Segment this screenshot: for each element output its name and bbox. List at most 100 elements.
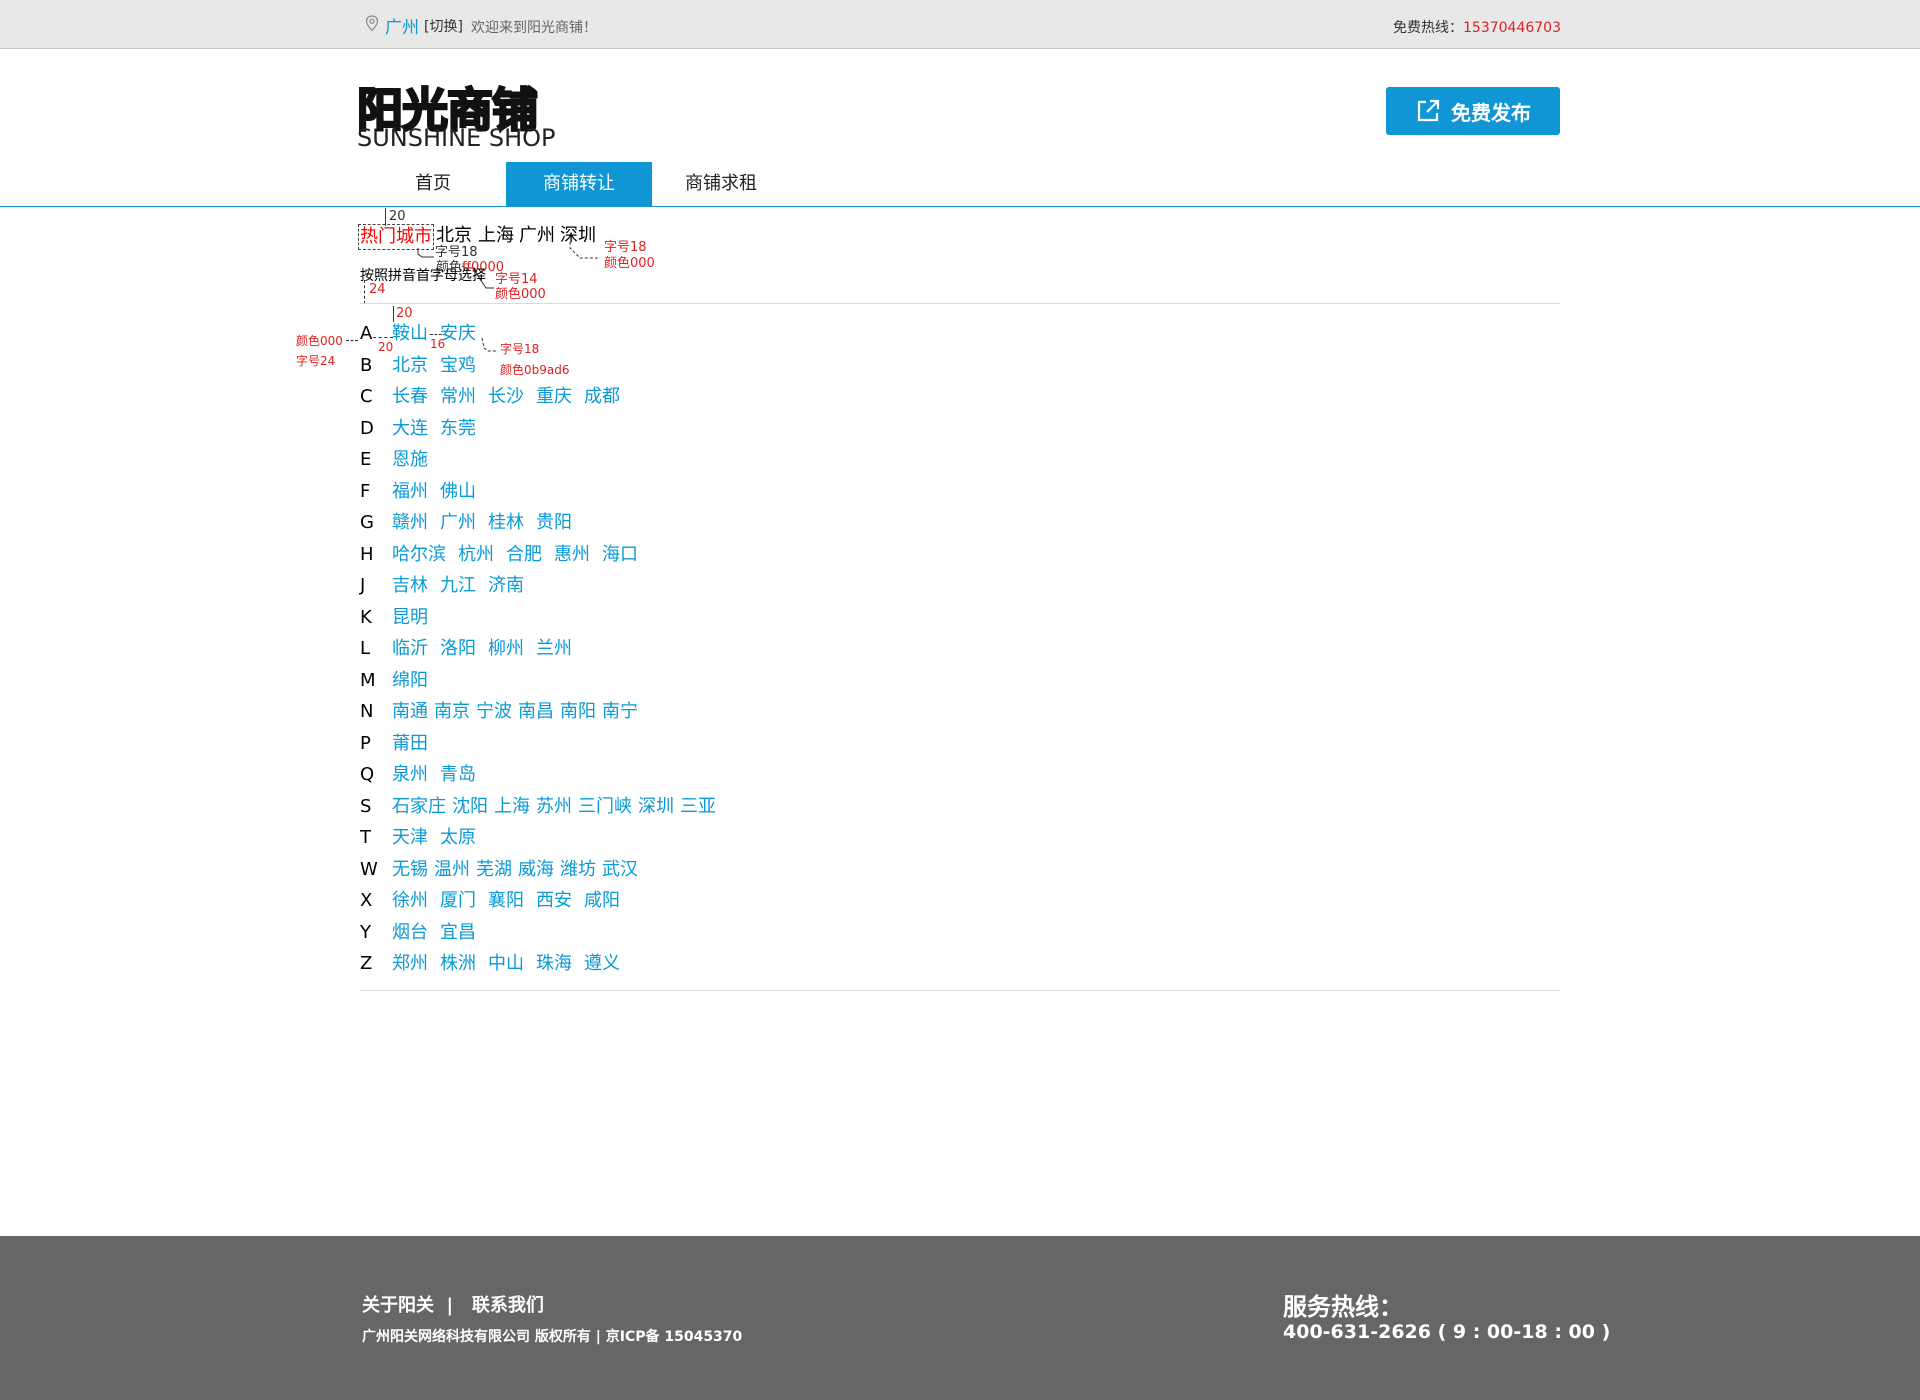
nav-shop-transfer[interactable]: 商铺转让	[506, 162, 652, 206]
city-link[interactable]: 襄阳	[488, 890, 524, 911]
welcome-text: 欢迎来到阳光商铺！	[471, 20, 597, 36]
city-link[interactable]: 赣州	[392, 512, 428, 533]
city-link[interactable]: 无锡	[392, 859, 428, 880]
city-link[interactable]: 中山	[488, 953, 524, 974]
city-link[interactable]: 重庆	[536, 386, 572, 407]
nav-home[interactable]: 首页	[360, 162, 506, 206]
city-link[interactable]: 青岛	[440, 764, 476, 785]
city-link[interactable]: 广州	[440, 512, 476, 533]
city-link[interactable]: 宝鸡	[440, 355, 476, 376]
city-link[interactable]: 武汉	[602, 859, 638, 880]
footer-copyright: 广州阳关网络科技有限公司 版权所有 | 京ICP备 15045370	[362, 1329, 743, 1345]
switch-city-link[interactable]: [切换]	[424, 16, 463, 36]
city-link[interactable]: 咸阳	[584, 890, 620, 911]
city-link[interactable]: 芜湖	[476, 859, 512, 880]
city-link[interactable]: 九江	[440, 575, 476, 596]
city-link[interactable]: 厦门	[440, 890, 476, 911]
city-link[interactable]: 宁波	[476, 701, 512, 722]
city-link[interactable]: 洛阳	[440, 638, 476, 659]
city-link[interactable]: 福州	[392, 481, 428, 502]
city-link[interactable]: 济南	[488, 575, 524, 596]
nav-shop-rent[interactable]: 商铺求租	[648, 162, 794, 206]
city-link[interactable]: 烟台	[392, 922, 428, 943]
city-link[interactable]: 太原	[440, 827, 476, 848]
current-city-link[interactable]: 广州	[385, 13, 419, 38]
city-link[interactable]: 上海	[494, 796, 530, 817]
city-link[interactable]: 遵义	[584, 953, 620, 974]
city-link[interactable]: 珠海	[536, 953, 572, 974]
city-link[interactable]: 潍坊	[560, 859, 596, 880]
city-link[interactable]: 株洲	[440, 953, 476, 974]
city-link[interactable]: 深圳	[638, 796, 674, 817]
city-link[interactable]: 南宁	[602, 701, 638, 722]
city-link[interactable]: 宜昌	[440, 922, 476, 943]
city-link[interactable]: 南通	[392, 701, 428, 722]
city-link[interactable]: 石家庄	[392, 796, 446, 817]
site-logo[interactable]: 阳光商铺 SUNSHINE SHOP	[356, 74, 557, 152]
city-link[interactable]: 大连	[392, 418, 428, 439]
city-link[interactable]: 莆田	[392, 733, 428, 754]
city-link[interactable]: 西安	[536, 890, 572, 911]
city-link[interactable]: 临沂	[392, 638, 428, 659]
city-link[interactable]: 桂林	[488, 512, 524, 533]
city-link[interactable]: 恩施	[392, 449, 428, 470]
city-link[interactable]: 吉林	[392, 575, 428, 596]
city-link[interactable]: 成都	[584, 386, 620, 407]
city-link[interactable]: 南阳	[560, 701, 596, 722]
letter-city-group: 恩施	[392, 448, 434, 472]
city-link[interactable]: 南昌	[518, 701, 554, 722]
letter-city-group: 南通 南京 宁波 南昌 南阳 南宁	[392, 700, 644, 724]
city-link[interactable]: 兰州	[536, 638, 572, 659]
letter-heading: J	[360, 575, 366, 596]
city-link[interactable]: 海口	[602, 544, 638, 565]
letter-heading: Y	[360, 922, 371, 943]
city-link[interactable]: 北京	[392, 355, 428, 376]
city-link[interactable]: 柳州	[488, 638, 524, 659]
letter-heading: A	[360, 323, 373, 344]
city-link[interactable]: 惠州	[554, 544, 590, 565]
letter-city-group: 长春 常州 长沙 重庆 成都	[392, 385, 626, 409]
letter-city-group: 福州 佛山	[392, 480, 482, 504]
city-link[interactable]: 三亚	[680, 796, 716, 817]
city-link[interactable]: 绵阳	[392, 670, 428, 691]
annotation-letter-size: 字号24	[296, 354, 336, 368]
city-link[interactable]: 温州	[434, 859, 470, 880]
letter-heading: L	[360, 638, 371, 659]
footer-links[interactable]: 关于阳关 | 联系我们	[362, 1291, 544, 1317]
city-link[interactable]: 合肥	[506, 544, 542, 565]
city-link[interactable]: 泉州	[392, 764, 428, 785]
city-link[interactable]: 南京	[434, 701, 470, 722]
city-link[interactable]: 天津	[392, 827, 428, 848]
service-hotline-number: 400-631-2626 ( 9 : 00-18 : 00 )	[1283, 1321, 1611, 1343]
city-link[interactable]: 东莞	[440, 418, 476, 439]
divider-bottom	[360, 990, 1560, 991]
letter-city-group: 泉州 青岛	[392, 763, 482, 787]
city-link[interactable]: 沈阳	[452, 796, 488, 817]
letter-city-group: 无锡 温州 芜湖 威海 潍坊 武汉	[392, 858, 644, 882]
city-link[interactable]: 常州	[440, 386, 476, 407]
city-link[interactable]: 贵阳	[536, 512, 572, 533]
city-link[interactable]: 杭州	[458, 544, 494, 565]
city-link[interactable]: 鞍山	[392, 323, 428, 344]
city-link[interactable]: 安庆	[440, 323, 476, 344]
city-link[interactable]: 佛山	[440, 481, 476, 502]
hotline-number: 15370446703	[1463, 20, 1561, 36]
city-link[interactable]: 三门峡	[578, 796, 632, 817]
city-link[interactable]: 徐州	[392, 890, 428, 911]
city-link[interactable]: 苏州	[536, 796, 572, 817]
free-publish-button[interactable]: 免费发布	[1386, 87, 1560, 135]
annotation-hint-size: 字号14	[495, 272, 538, 287]
city-link[interactable]: 昆明	[392, 607, 428, 628]
location-pin-icon	[365, 15, 379, 32]
letter-heading: Z	[360, 953, 373, 974]
city-link[interactable]: 长春	[392, 386, 428, 407]
letter-heading: H	[360, 544, 374, 565]
city-link[interactable]: 哈尔滨	[392, 544, 446, 565]
city-link[interactable]: 长沙	[488, 386, 524, 407]
city-link[interactable]: 威海	[518, 859, 554, 880]
letter-heading: K	[360, 607, 372, 628]
city-link[interactable]: 郑州	[392, 953, 428, 974]
top-hotline: 免费热线：15370446703	[1393, 17, 1561, 37]
annotation-letter-gap: 20	[378, 340, 394, 354]
annotation-leader	[481, 337, 498, 352]
